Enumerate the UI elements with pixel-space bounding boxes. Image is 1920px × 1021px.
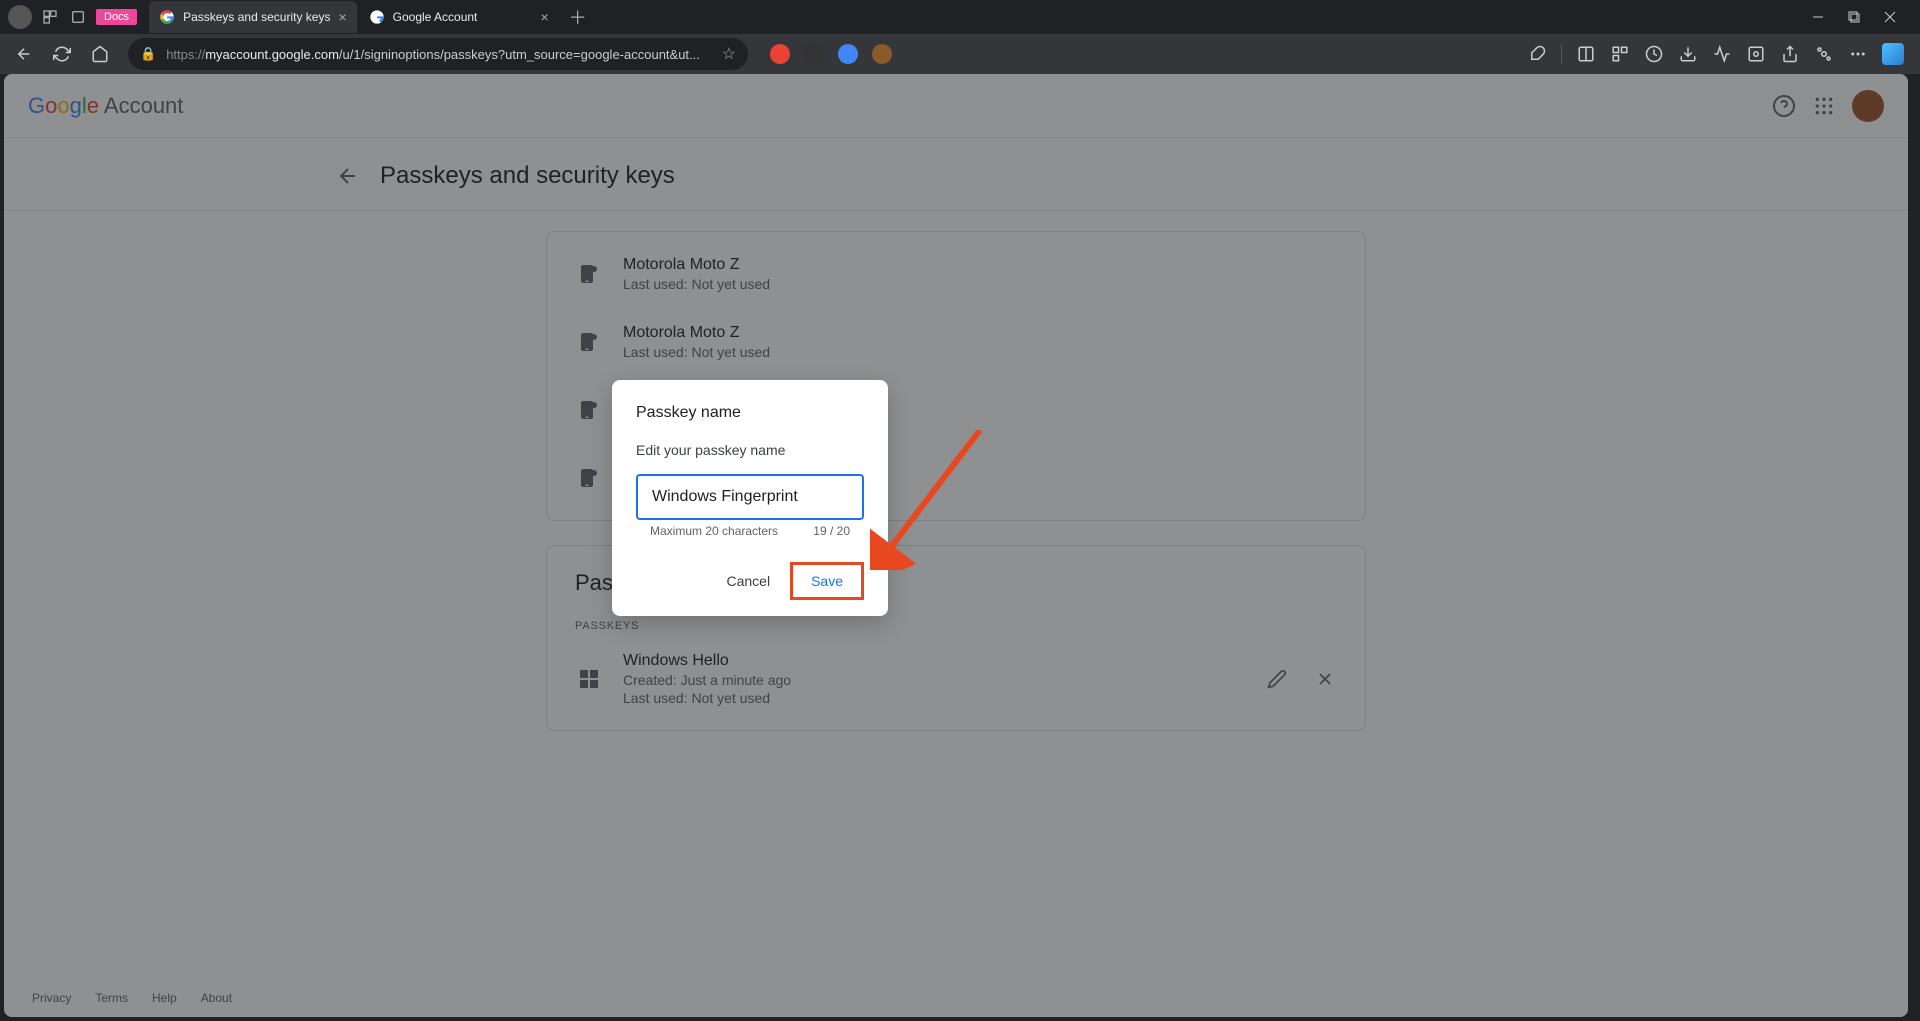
save-button[interactable]: Save: [793, 565, 861, 597]
back-button[interactable]: [8, 38, 40, 70]
save-highlight-annotation: Save: [790, 562, 864, 600]
google-favicon-icon: [159, 9, 175, 25]
new-tab-button[interactable]: ＋: [561, 4, 595, 30]
dialog-title: Passkey name: [636, 404, 864, 422]
maximize-icon[interactable]: [1844, 7, 1864, 27]
passkey-name-dialog: Passkey name Edit your passkey name Maxi…: [612, 380, 888, 616]
close-window-icon[interactable]: [1880, 7, 1900, 27]
docs-badge[interactable]: Docs: [96, 9, 137, 25]
extensions-icon[interactable]: [1527, 44, 1547, 64]
browser-tab-inactive[interactable]: Google Account ×: [359, 1, 559, 33]
input-meta: Maximum 20 characters 19 / 20: [636, 520, 864, 538]
extension-icon[interactable]: [838, 44, 858, 64]
downloads-icon[interactable]: [1678, 44, 1698, 64]
extension-icon[interactable]: [770, 44, 790, 64]
collections-icon[interactable]: [1610, 44, 1630, 64]
share-icon[interactable]: [1780, 44, 1800, 64]
browser-tabs: Passkeys and security keys × Google Acco…: [149, 1, 1788, 33]
apps-icon[interactable]: [1814, 44, 1834, 64]
minimize-icon[interactable]: [1808, 7, 1828, 27]
workspaces-icon[interactable]: [40, 7, 60, 27]
copilot-icon[interactable]: [1882, 43, 1904, 65]
tab-title: Passkeys and security keys: [183, 10, 330, 24]
dialog-label: Edit your passkey name: [636, 442, 864, 458]
close-tab-icon[interactable]: ×: [338, 9, 346, 25]
history-icon[interactable]: [1644, 44, 1664, 64]
modal-scrim[interactable]: [4, 74, 1908, 1017]
dialog-actions: Cancel Save: [636, 562, 864, 600]
tab-title: Google Account: [393, 10, 533, 24]
url-text: https://myaccount.google.com/u/1/signino…: [166, 47, 711, 62]
performance-icon[interactable]: [1712, 44, 1732, 64]
browser-menu-icons: [1527, 43, 1912, 65]
refresh-button[interactable]: [46, 38, 78, 70]
more-menu-icon[interactable]: [1848, 44, 1868, 64]
passkey-name-input[interactable]: [638, 476, 862, 518]
extension-icon[interactable]: [804, 44, 824, 64]
extension-icon[interactable]: [872, 44, 892, 64]
input-hint: Maximum 20 characters: [650, 524, 778, 538]
input-counter: 19 / 20: [813, 524, 850, 538]
browser-toolbar: 🔒 https://myaccount.google.com/u/1/signi…: [0, 34, 1920, 74]
home-button[interactable]: [84, 38, 116, 70]
cancel-button[interactable]: Cancel: [714, 565, 782, 597]
google-favicon-icon: [369, 9, 385, 25]
extension-icons: [770, 44, 1521, 64]
tab-actions-icon[interactable]: [68, 7, 88, 27]
input-wrapper: [636, 474, 864, 520]
screenshot-icon[interactable]: [1746, 44, 1766, 64]
address-bar[interactable]: 🔒 https://myaccount.google.com/u/1/signi…: [128, 38, 748, 70]
window-controls: [1796, 7, 1912, 27]
split-screen-icon[interactable]: [1576, 44, 1596, 64]
favorite-icon[interactable]: ☆: [722, 44, 736, 64]
lock-icon: 🔒: [140, 46, 156, 62]
close-tab-icon[interactable]: ×: [540, 9, 548, 25]
browser-tab-active[interactable]: Passkeys and security keys ×: [149, 1, 357, 33]
browser-title-bar: Docs Passkeys and security keys × Google…: [0, 0, 1920, 34]
profile-avatar-icon[interactable]: [8, 5, 32, 29]
